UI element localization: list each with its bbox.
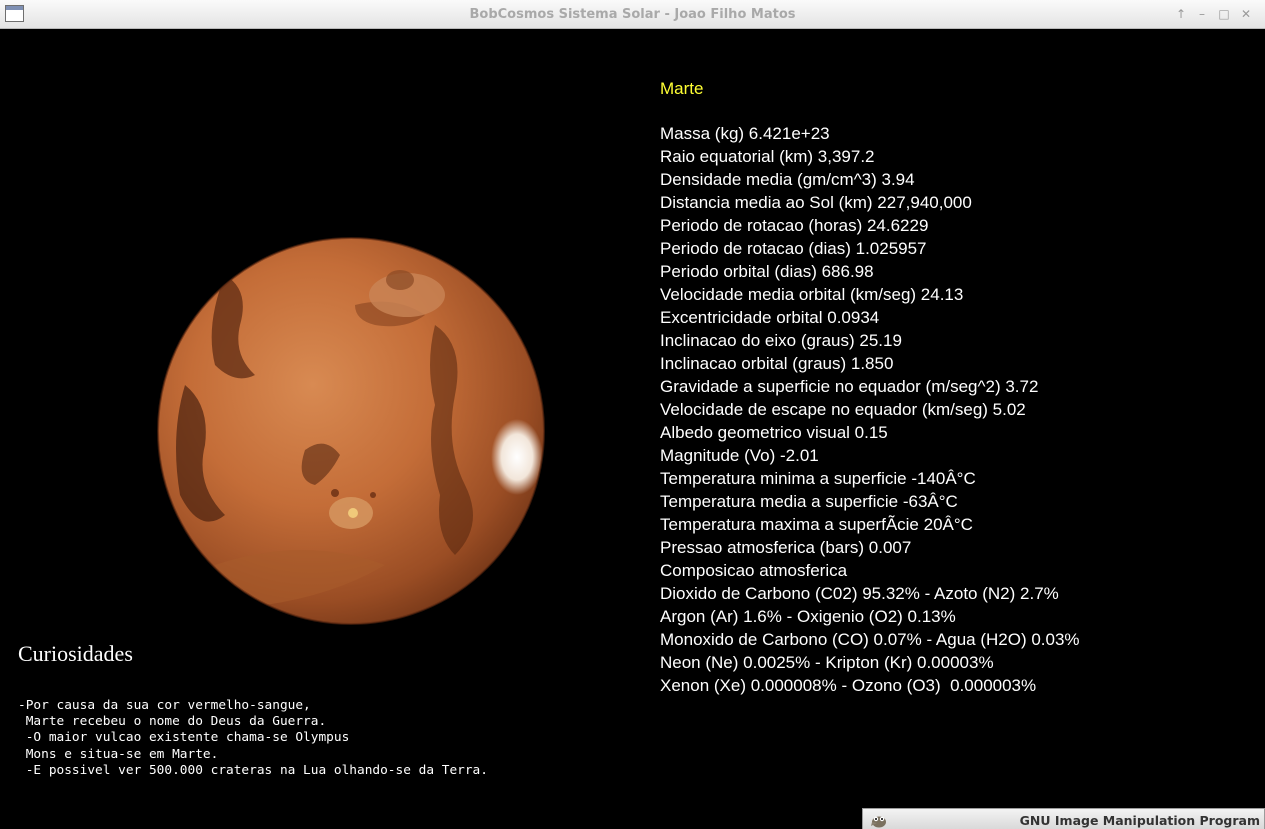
composition-line: Neon (Ne) 0.0025% - Kripton (Kr) 0.00003…	[660, 653, 994, 672]
property-albedo: Albedo geometrico visual 0.15	[660, 423, 888, 442]
planet-name: Marte	[660, 79, 704, 98]
property-pressure: Pressao atmosferica (bars) 0.007	[660, 538, 912, 557]
pin-button[interactable]: ↑	[1173, 6, 1189, 22]
property-escape-velocity: Velocidade de escape no equador (km/seg)…	[660, 400, 1026, 419]
mars-planet-image	[157, 237, 545, 625]
property-eccentricity: Excentricidade orbital 0.0934	[660, 308, 880, 327]
composition-line: Monoxido de Carbono (CO) 0.07% - Agua (H…	[660, 630, 1080, 649]
property-temp-max: Temperatura maxima a superfÃ­cie 20Â°C	[660, 515, 973, 534]
planet-properties-list: Massa (kg) 6.421e+23 Raio equatorial (km…	[660, 122, 1080, 697]
close-button[interactable]: ✕	[1238, 6, 1254, 22]
property-rotation-days: Periodo de rotacao (dias) 1.025957	[660, 239, 927, 258]
composition-line: Xenon (Xe) 0.000008% - Ozono (O3) 0.0000…	[660, 676, 1037, 695]
composition-line: Dioxido de Carbono (C02) 95.32% - Azoto …	[660, 584, 1059, 603]
property-equatorial-radius: Raio equatorial (km) 3,397.2	[660, 147, 875, 166]
minimize-button[interactable]: –	[1194, 6, 1210, 22]
property-mean-distance-sun: Distancia media ao Sol (km) 227,940,000	[660, 193, 972, 212]
gimp-icon	[871, 816, 886, 828]
maximize-button[interactable]: □	[1216, 6, 1232, 22]
property-orbital-period: Periodo orbital (dias) 686.98	[660, 262, 874, 281]
property-temp-mean: Temperatura media a superficie -63Â°C	[660, 492, 958, 511]
curiosities-text: -Por causa da sua cor vermelho-sangue, M…	[18, 698, 488, 778]
property-composition-heading: Composicao atmosferica	[660, 561, 848, 580]
render-area[interactable]: Marte Massa (kg) 6.421e+23 Raio equatori…	[3, 30, 1262, 829]
composition-line: Argon (Ar) 1.6% - Oxigenio (O2) 0.13%	[660, 607, 956, 626]
taskbar-gimp-item[interactable]: GNU Image Manipulation Program	[862, 808, 1265, 829]
property-temp-min: Temperatura minima a superficie -140Â°C	[660, 469, 976, 488]
property-surface-gravity: Gravidade a superficie no equador (m/seg…	[660, 377, 1039, 396]
property-mass: Massa (kg) 6.421e+23	[660, 124, 830, 143]
property-magnitude: Magnitude (Vo) -2.01	[660, 446, 819, 465]
planet-info-panel: Marte Massa (kg) 6.421e+23 Raio equatori…	[660, 77, 1080, 697]
taskbar-label: GNU Image Manipulation Program	[1019, 813, 1260, 828]
property-orbital-velocity: Velocidade media orbital (km/seg) 24.13	[660, 285, 964, 304]
property-axial-tilt: Inclinacao do eixo (graus) 25.19	[660, 331, 902, 350]
property-mean-density: Densidade media (gm/cm^3) 3.94	[660, 170, 915, 189]
property-rotation-hours: Periodo de rotacao (horas) 24.6229	[660, 216, 929, 235]
curiosities-title: Curiosidades	[18, 641, 133, 666]
title-bar[interactable]: BobCosmos Sistema Solar - Joao Filho Mat…	[0, 0, 1265, 29]
window-title: BobCosmos Sistema Solar - Joao Filho Mat…	[469, 7, 796, 22]
property-orbital-inclination: Inclinacao orbital (graus) 1.850	[660, 354, 894, 373]
app-window: BobCosmos Sistema Solar - Joao Filho Mat…	[0, 0, 1265, 829]
